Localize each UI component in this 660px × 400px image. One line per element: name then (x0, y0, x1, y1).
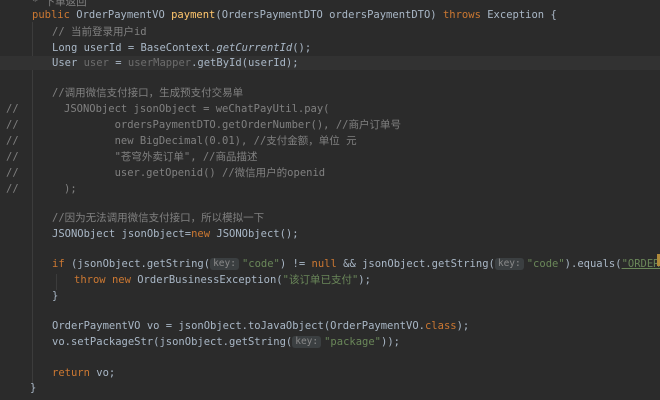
parameter-hint: key: (494, 258, 524, 270)
unused-variable: user (83, 57, 109, 69)
code-line: vo.setPackageStr(jsonObject.getString(ke… (52, 336, 400, 348)
code-line-if: if (jsonObject.getString(key: "code") != … (52, 258, 660, 270)
indent-guide (32, 22, 33, 388)
parameter-hint: key: (210, 258, 239, 270)
code-line-commented: // new BigDecimal(0.01), //支付金额，单位 元 (6, 135, 357, 147)
code-line: OrderPaymentVO vo = jsonObject.toJavaObj… (52, 320, 470, 332)
code-line-comment: //因为无法调用微信支付接口，所以模拟一下 (52, 212, 265, 224)
method-name: payment (171, 9, 216, 21)
code-line-commented: // ordersPaymentDTO.getOrderNumber(), //… (6, 119, 401, 131)
code-line-comment: // 当前登录用户id (52, 26, 147, 38)
code-line: } (52, 290, 59, 302)
code-line: JSONObject jsonObject=new JSONObject(); (52, 228, 299, 240)
code-editor[interactable]: * 下单返回 public OrderPaymentVO payment(Ord… (0, 0, 660, 400)
code-line: Long userId = BaseContext.getCurrentId()… (52, 42, 312, 54)
code-line-commented: // user.getOpenid() //微信用户的openid (6, 167, 326, 179)
code-line: } (30, 382, 37, 394)
code-line-commented: // JSONObject jsonObject = weChatPayUtil… (6, 103, 330, 115)
keyword: public (32, 9, 70, 21)
parameter-hint: key: (292, 336, 322, 348)
code-line-commented: // "苍穹外卖订单", //商品描述 (6, 151, 258, 163)
code-line: throw new OrderBusinessException("该订单已支付… (74, 274, 371, 286)
code-line-commented: // ); (6, 183, 77, 195)
code-line-method-signature: public OrderPaymentVO payment(OrdersPaym… (32, 9, 557, 21)
code-line: return vo; (52, 367, 116, 379)
code-line-comment: //调用微信支付接口，生成预支付交易单 (52, 87, 244, 99)
code-line-current: User user = userMapper.getById(userId); (0, 56, 660, 70)
